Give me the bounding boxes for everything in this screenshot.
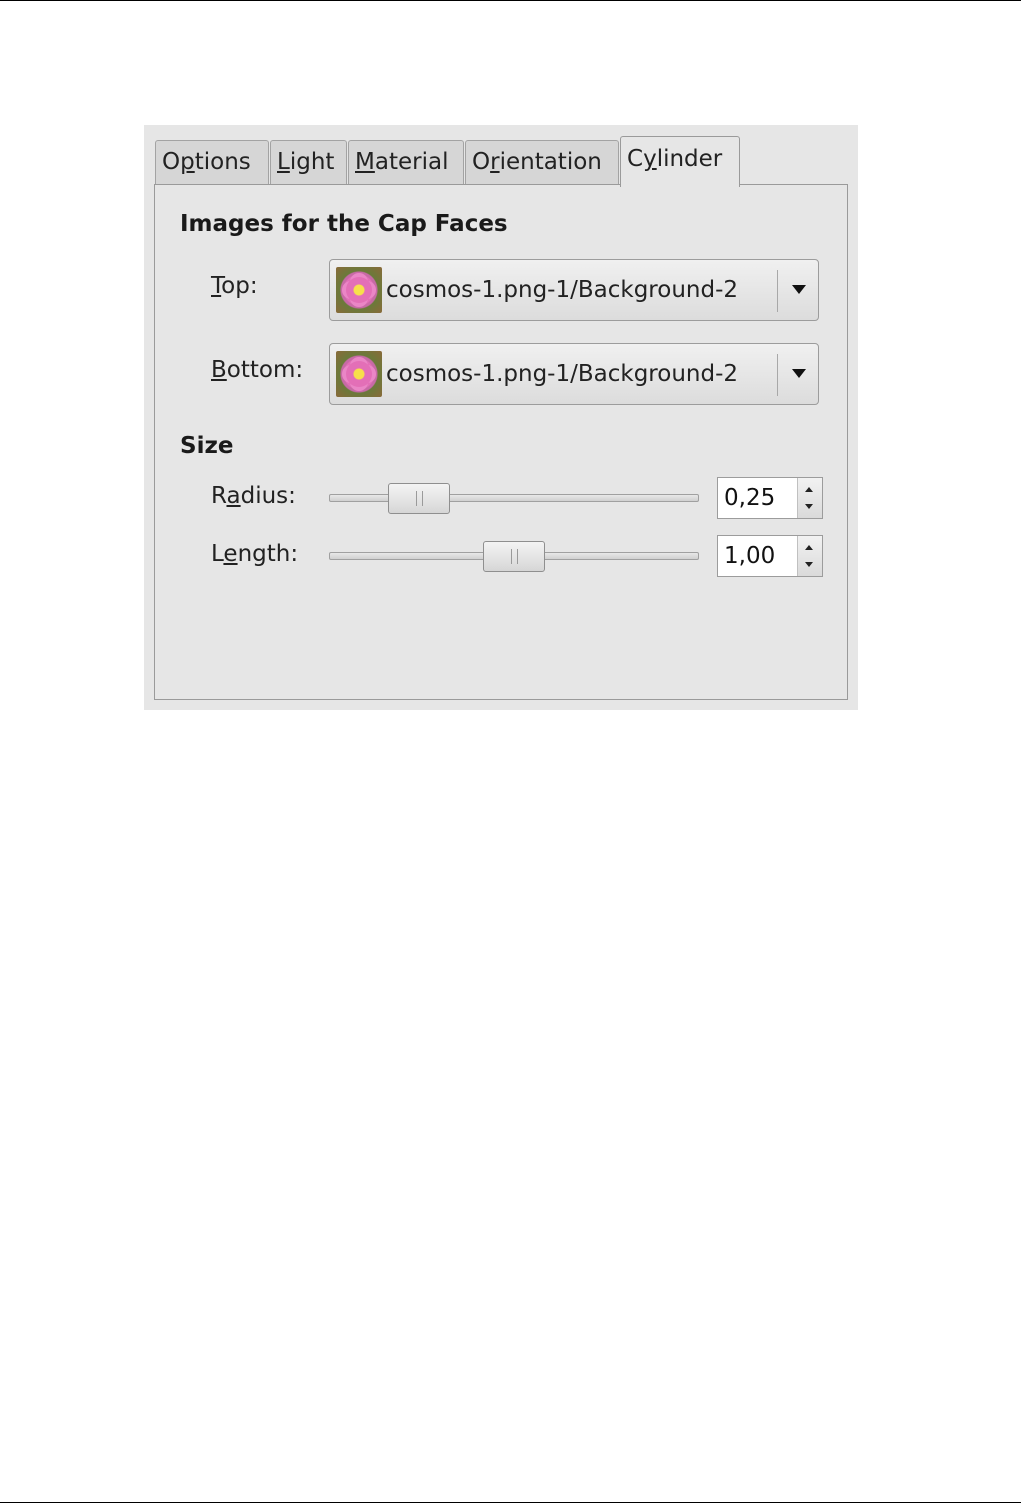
tab-light[interactable]: Light (270, 140, 347, 185)
flower-thumbnail-icon (336, 351, 382, 397)
radius-slider-handle[interactable] (387, 483, 450, 514)
size-heading: Size (180, 433, 234, 459)
combo-separator (777, 270, 778, 312)
flower-thumbnail-icon (336, 267, 382, 313)
spin-up-arrow-icon[interactable] (805, 545, 813, 550)
cylinder-panel: Images for the Cap Faces Top: cosmos-1.p… (154, 184, 848, 700)
tab-options[interactable]: Options (155, 140, 269, 185)
chevron-down-icon[interactable] (792, 285, 806, 294)
radius-spin-buttons (797, 478, 822, 518)
radius-label: Radius: (211, 483, 296, 509)
tab-orientation[interactable]: Orientation (465, 140, 619, 185)
spin-up-arrow-icon[interactable] (805, 487, 813, 492)
radius-slider-track[interactable] (329, 494, 699, 502)
spin-down-arrow-icon[interactable] (805, 504, 813, 509)
spin-down-arrow-icon[interactable] (805, 562, 813, 567)
top-image-combo[interactable]: cosmos-1.png-1/Background-2 (329, 259, 819, 321)
bottom-image-combo[interactable]: cosmos-1.png-1/Background-2 (329, 343, 819, 405)
top-image-value: cosmos-1.png-1/Background-2 (386, 277, 739, 303)
bottom-label: Bottom: (211, 357, 304, 383)
combo-separator (777, 354, 778, 396)
page-top-rule (0, 0, 1021, 1)
cap-faces-heading: Images for the Cap Faces (180, 211, 508, 237)
top-label: Top: (211, 273, 258, 299)
cylinder-options-dialog: Options Light Material Orientation Cylin… (144, 125, 858, 710)
chevron-down-icon[interactable] (792, 369, 806, 378)
tab-material[interactable]: Material (348, 140, 464, 185)
length-slider-handle[interactable] (483, 541, 545, 572)
length-spinbox[interactable]: 1,00 (717, 535, 823, 577)
page-bottom-rule (0, 1502, 1021, 1503)
length-value: 1,00 (724, 543, 776, 569)
radius-value: 0,25 (724, 485, 776, 511)
length-label: Length: (211, 541, 299, 567)
bottom-image-value: cosmos-1.png-1/Background-2 (386, 361, 739, 387)
length-spin-buttons (797, 536, 822, 576)
radius-spinbox[interactable]: 0,25 (717, 477, 823, 519)
tab-cylinder[interactable]: Cylinder (620, 136, 740, 187)
